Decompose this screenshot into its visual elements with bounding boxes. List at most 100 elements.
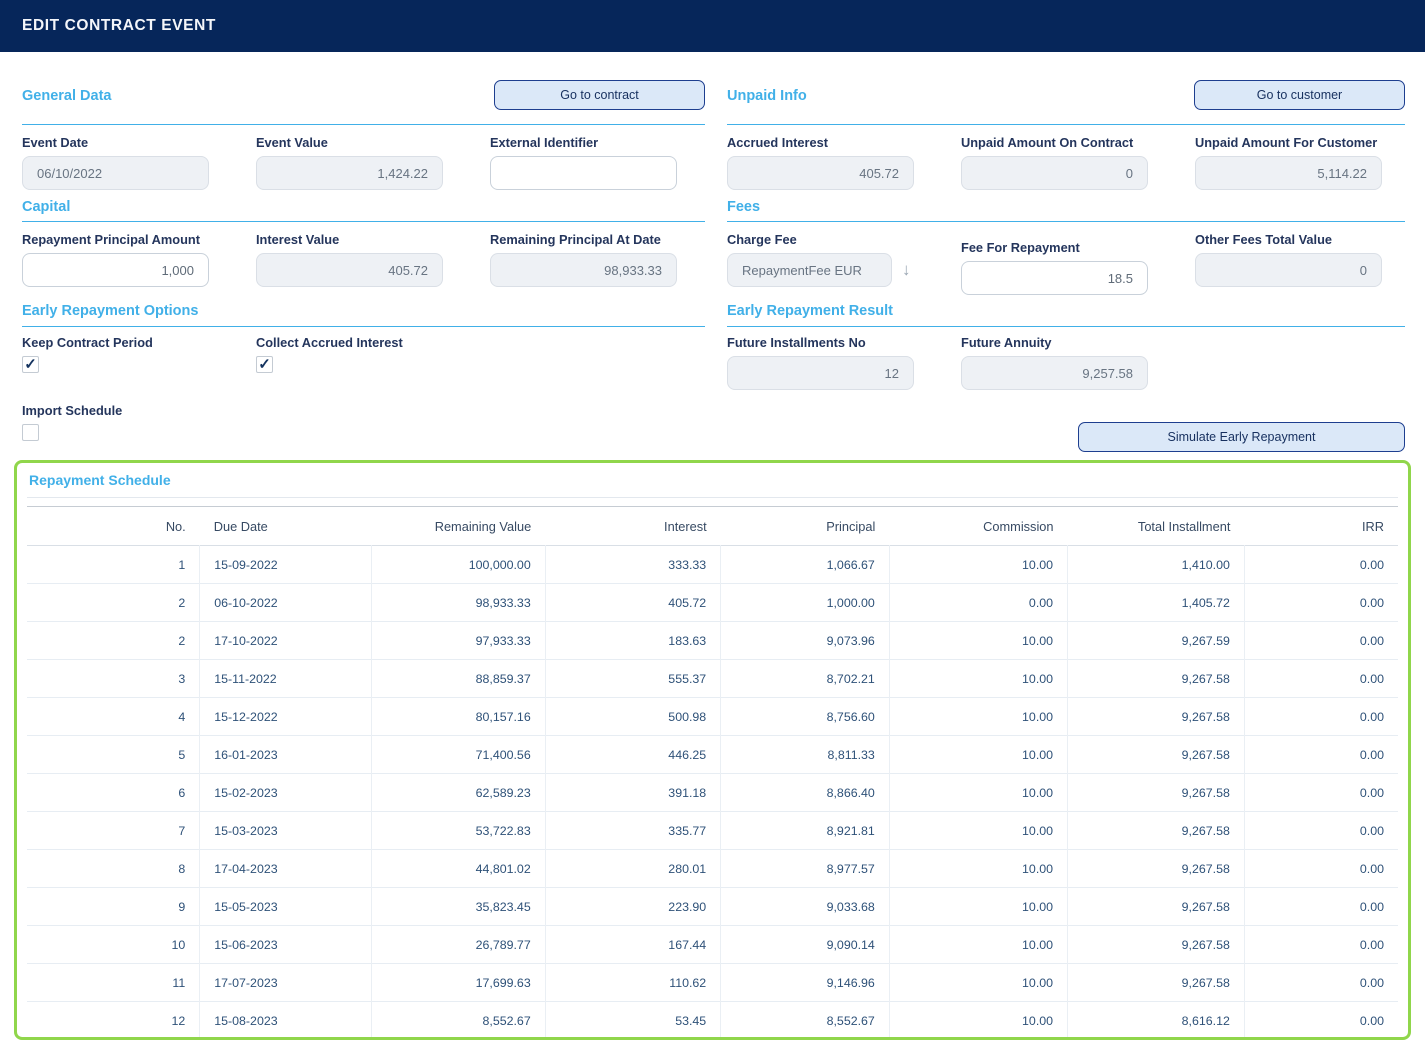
table-cell: 06-10-2022	[200, 584, 371, 622]
table-cell: 8,866.40	[721, 774, 890, 812]
table-cell: 15-03-2023	[200, 812, 371, 850]
table-cell: 9,267.58	[1068, 736, 1245, 774]
table-cell: 8	[27, 850, 200, 888]
table-cell: 71,400.56	[371, 736, 545, 774]
table-cell: 8,552.67	[721, 1002, 890, 1040]
keep-contract-period-checkbox[interactable]: ✓	[22, 356, 39, 373]
repayment-principal-amount-label: Repayment Principal Amount	[22, 232, 209, 247]
table-cell: 10.00	[889, 850, 1067, 888]
table-cell: 0.00	[1244, 1002, 1398, 1040]
collect-accrued-interest-checkbox[interactable]: ✓	[256, 356, 273, 373]
import-schedule-checkbox[interactable]	[22, 424, 39, 441]
external-identifier-input[interactable]	[490, 156, 677, 190]
table-cell: 0.00	[1244, 698, 1398, 736]
column-header: Remaining Value	[371, 507, 545, 546]
table-cell: 0.00	[1244, 736, 1398, 774]
table-cell: 9,146.96	[721, 964, 890, 1002]
table-cell: 15-08-2023	[200, 1002, 371, 1040]
table-cell: 88,859.37	[371, 660, 545, 698]
table-cell: 53.45	[545, 1002, 720, 1040]
table-cell: 8,756.60	[721, 698, 890, 736]
table-cell: 17,699.63	[371, 964, 545, 1002]
table-cell: 0.00	[889, 584, 1067, 622]
unpaid-amount-for-customer-input	[1195, 156, 1382, 190]
charge-fee-select[interactable]: RepaymentFee EUR	[727, 253, 892, 287]
future-annuity-input	[961, 356, 1148, 390]
column-header: No.	[27, 507, 200, 546]
import-schedule-group: Import Schedule	[22, 403, 705, 453]
future-annuity-label: Future Annuity	[961, 335, 1148, 350]
table-cell: 1,066.67	[721, 546, 890, 584]
table-cell: 9,267.58	[1068, 964, 1245, 1002]
column-header: IRR	[1244, 507, 1398, 546]
charge-fee-label: Charge Fee	[727, 232, 914, 247]
table-cell: 10.00	[889, 774, 1067, 812]
unpaid-info-fields: Accrued Interest Unpaid Amount On Contra…	[727, 125, 1405, 196]
event-date-label: Event Date	[22, 135, 209, 150]
table-row: 315-11-202288,859.37555.378,702.2110.009…	[27, 660, 1398, 698]
table-cell: 17-07-2023	[200, 964, 371, 1002]
fees-fields: Charge Fee RepaymentFee EUR ↓ Fee For Re…	[727, 222, 1405, 300]
table-cell: 1,000.00	[721, 584, 890, 622]
repayment-schedule-body: 115-09-2022100,000.00333.331,066.6710.00…	[27, 546, 1398, 1040]
table-cell: 9,267.58	[1068, 926, 1245, 964]
table-cell: 9,267.58	[1068, 774, 1245, 812]
table-cell: 0.00	[1244, 812, 1398, 850]
table-cell: 26,789.77	[371, 926, 545, 964]
capital-fields: Repayment Principal Amount Interest Valu…	[22, 222, 705, 300]
table-cell: 9,033.68	[721, 888, 890, 926]
table-cell: 1,405.72	[1068, 584, 1245, 622]
table-cell: 3	[27, 660, 200, 698]
table-cell: 555.37	[545, 660, 720, 698]
table-cell: 4	[27, 698, 200, 736]
simulate-early-repayment-button[interactable]: Simulate Early Repayment	[1078, 422, 1405, 452]
table-row: 915-05-202335,823.45223.909,033.6810.009…	[27, 888, 1398, 926]
external-identifier-label: External Identifier	[490, 135, 677, 150]
collect-accrued-interest-label: Collect Accrued Interest	[256, 335, 443, 350]
interest-value-label: Interest Value	[256, 232, 443, 247]
fee-for-repayment-input[interactable]	[961, 261, 1148, 295]
table-cell: 391.18	[545, 774, 720, 812]
go-to-contract-button[interactable]: Go to contract	[494, 80, 705, 110]
early-repayment-result-heading: Early Repayment Result	[727, 303, 893, 319]
charge-fee-field: Charge Fee RepaymentFee EUR ↓	[727, 232, 914, 300]
table-cell: 8,977.57	[721, 850, 890, 888]
accrued-interest-label: Accrued Interest	[727, 135, 914, 150]
unpaid-info-heading: Unpaid Info	[727, 88, 807, 104]
keep-contract-period-group: Keep Contract Period ✓	[22, 335, 209, 403]
table-row: 615-02-202362,589.23391.188,866.4010.009…	[27, 774, 1398, 812]
table-cell: 0.00	[1244, 774, 1398, 812]
edit-contract-event-form: General Data Go to contract Unpaid Info …	[0, 52, 1425, 453]
table-cell: 0.00	[1244, 660, 1398, 698]
column-header: Total Installment	[1068, 507, 1245, 546]
future-annuity-field: Future Annuity	[961, 335, 1148, 403]
table-cell: 0.00	[1244, 888, 1398, 926]
remaining-principal-at-date-field: Remaining Principal At Date	[490, 232, 677, 300]
fee-for-repayment-label: Fee For Repayment	[961, 240, 1148, 255]
table-row: 115-09-2022100,000.00333.331,066.6710.00…	[27, 546, 1398, 584]
table-cell: 10.00	[889, 964, 1067, 1002]
table-cell: 0.00	[1244, 964, 1398, 1002]
table-cell: 53,722.83	[371, 812, 545, 850]
unpaid-amount-on-contract-field: Unpaid Amount On Contract	[961, 135, 1148, 196]
event-date-field: Event Date	[22, 135, 209, 196]
table-cell: 0.00	[1244, 584, 1398, 622]
repayment-schedule-section: Repayment Schedule No.Due DateRemaining …	[14, 460, 1411, 1040]
table-cell: 12	[27, 1002, 200, 1040]
table-row: 817-04-202344,801.02280.018,977.5710.009…	[27, 850, 1398, 888]
table-cell: 80,157.16	[371, 698, 545, 736]
table-cell: 15-05-2023	[200, 888, 371, 926]
other-fees-total-value-input	[1195, 253, 1382, 287]
table-cell: 10.00	[889, 1002, 1067, 1040]
dropdown-arrow-icon[interactable]: ↓	[902, 260, 911, 280]
table-cell: 183.63	[545, 622, 720, 660]
repayment-principal-amount-input[interactable]	[22, 253, 209, 287]
table-cell: 15-12-2022	[200, 698, 371, 736]
general-data-heading: General Data	[22, 88, 111, 104]
unpaid-info-section-head: Unpaid Info Go to customer	[727, 52, 1405, 125]
table-cell: 10.00	[889, 698, 1067, 736]
table-cell: 98,933.33	[371, 584, 545, 622]
table-cell: 1	[27, 546, 200, 584]
table-cell: 10.00	[889, 622, 1067, 660]
go-to-customer-button[interactable]: Go to customer	[1194, 80, 1405, 110]
